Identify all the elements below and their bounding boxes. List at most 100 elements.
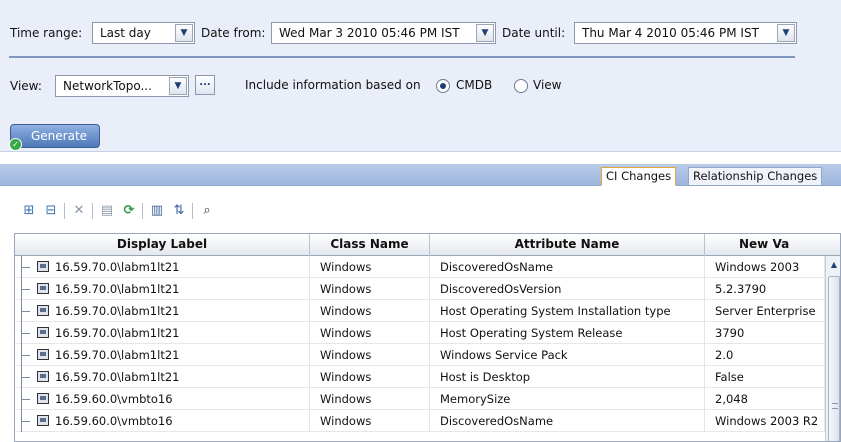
cell-class-name: Windows: [310, 344, 430, 366]
cell-attribute-name: DiscoveredOsName: [430, 410, 705, 432]
date-until-value: Thu Mar 4 2010 05:46 PM IST: [582, 26, 759, 40]
toolbar-separator: [64, 203, 65, 219]
cell-display-label: 16.59.60.0\vmbto16: [15, 388, 310, 410]
toolbar-separator: [192, 203, 193, 219]
view-radio[interactable]: [514, 79, 528, 93]
cell-class-name: Windows: [310, 256, 430, 278]
display-label-text: 16.59.60.0\vmbto16: [55, 414, 173, 428]
vertical-scrollbar[interactable]: ▲: [825, 256, 840, 441]
expand-all-icon[interactable]: ⊞: [20, 202, 38, 220]
column-header-display-label[interactable]: Display Label: [15, 234, 310, 256]
cell-class-name: Windows: [310, 300, 430, 322]
table-row[interactable]: 16.59.60.0\vmbto16 Windows MemorySize 2,048: [15, 388, 825, 410]
cell-display-label: 16.59.70.0\labm1lt21: [15, 278, 310, 300]
cell-new-value: Windows 2003 R2: [705, 410, 825, 432]
chevron-down-icon[interactable]: ▼: [175, 24, 193, 42]
cell-display-label: 16.59.70.0\labm1lt21: [15, 300, 310, 322]
cell-attribute-name: DiscoveredOsVersion: [430, 278, 705, 300]
table-header: Display Label Class Name Attribute Name …: [15, 234, 840, 256]
time-range-dropdown[interactable]: Last day ▼: [92, 22, 195, 44]
display-label-text: 16.59.70.0\labm1lt21: [55, 304, 180, 318]
cmdb-radio[interactable]: [436, 79, 450, 93]
cell-display-label: 16.59.70.0\labm1lt21: [15, 322, 310, 344]
cell-attribute-name: Host Operating System Release: [430, 322, 705, 344]
date-until-picker[interactable]: Thu Mar 4 2010 05:46 PM IST ▼: [574, 22, 797, 44]
view-dropdown[interactable]: NetworkTopo... ▼: [55, 75, 189, 97]
cell-attribute-name: DiscoveredOsName: [430, 256, 705, 278]
chevron-down-icon[interactable]: ▼: [476, 24, 494, 42]
view-value: NetworkTopo...: [63, 79, 152, 93]
computer-icon: [37, 305, 49, 316]
table-row[interactable]: 16.59.70.0\labm1lt21 Windows Windows Servi…: [15, 344, 825, 366]
tab-relationship-changes[interactable]: Relationship Changes: [688, 167, 823, 186]
cell-class-name: Windows: [310, 388, 430, 410]
display-label-text: 16.59.60.0\vmbto16: [55, 392, 173, 406]
view-label: View:: [10, 79, 42, 93]
time-range-label: Time range:: [10, 26, 83, 40]
cell-attribute-name: Host is Desktop: [430, 366, 705, 388]
computer-icon: [37, 349, 49, 360]
cell-new-value: Windows 2003: [705, 256, 825, 278]
toolbar-separator: [142, 203, 143, 219]
browse-view-button[interactable]: ...: [195, 75, 215, 95]
computer-icon: [37, 327, 49, 338]
find-icon[interactable]: ⌕: [198, 202, 216, 220]
cell-display-label: 16.59.70.0\labm1lt21: [15, 344, 310, 366]
computer-icon: [37, 261, 49, 272]
table-row[interactable]: 16.59.70.0\labm1lt21 Windows Host is Deskt…: [15, 366, 825, 388]
column-header-class-name[interactable]: Class Name: [310, 234, 430, 256]
date-from-picker[interactable]: Wed Mar 3 2010 05:46 PM IST ▼: [271, 22, 496, 44]
cell-new-value: Server Enterprise: [705, 300, 825, 322]
columns-icon[interactable]: ▥: [148, 202, 166, 220]
time-range-value: Last day: [100, 26, 151, 40]
column-header-new-value[interactable]: New Va: [705, 234, 840, 256]
chevron-down-icon[interactable]: ▼: [777, 24, 795, 42]
delete-icon[interactable]: ✕: [70, 202, 88, 220]
computer-icon: [37, 393, 49, 404]
chevron-down-icon[interactable]: ▼: [169, 77, 187, 95]
cell-class-name: Windows: [310, 366, 430, 388]
include-info-label: Include information based on: [245, 78, 421, 92]
results-tabstrip: CI Changes Relationship Changes: [0, 164, 841, 186]
cell-class-name: Windows: [310, 278, 430, 300]
computer-icon: [37, 371, 49, 382]
tree-line: [21, 300, 33, 322]
view-radio-label: View: [533, 78, 562, 92]
cell-new-value: 2,048: [705, 388, 825, 410]
cell-class-name: Windows: [310, 410, 430, 432]
scrollbar-thumb[interactable]: [828, 276, 840, 441]
cell-new-value: 2.0: [705, 344, 825, 366]
cmdb-radio-label: CMDB: [456, 78, 493, 92]
tree-line: [21, 388, 33, 410]
display-label-text: 16.59.70.0\labm1lt21: [55, 348, 180, 362]
properties-icon[interactable]: ▤: [98, 202, 116, 220]
display-label-text: 16.59.70.0\labm1lt21: [55, 282, 180, 296]
cell-new-value: 3790: [705, 322, 825, 344]
column-header-attribute-name[interactable]: Attribute Name: [430, 234, 705, 256]
table-row[interactable]: 16.59.60.0\vmbto16 Windows DiscoveredOsNam…: [15, 410, 825, 432]
table-row[interactable]: 16.59.70.0\labm1lt21 Windows Host Operatin…: [15, 322, 825, 344]
tab-ci-changes[interactable]: CI Changes: [601, 167, 677, 186]
generate-button[interactable]: Generate: [10, 124, 100, 148]
table-row[interactable]: 16.59.70.0\labm1lt21 Windows DiscoveredOsV…: [15, 278, 825, 300]
collapse-all-icon[interactable]: ⊟: [42, 202, 60, 220]
cell-attribute-name: MemorySize: [430, 388, 705, 410]
computer-icon: [37, 283, 49, 294]
refresh-icon[interactable]: ⟳: [120, 202, 138, 220]
table-row[interactable]: 16.59.70.0\labm1lt21 Windows DiscoveredOsN…: [15, 256, 825, 278]
grip-icon: [832, 403, 838, 409]
cell-display-label: 16.59.70.0\labm1lt21: [15, 256, 310, 278]
tree-line: [21, 410, 33, 432]
date-until-label: Date until:: [502, 26, 566, 40]
check-icon: ✓: [9, 138, 22, 151]
table-row[interactable]: 16.59.70.0\labm1lt21 Windows Host Operatin…: [15, 300, 825, 322]
cell-class-name: Windows: [310, 322, 430, 344]
display-label-text: 16.59.70.0\labm1lt21: [55, 370, 180, 384]
scroll-up-icon[interactable]: ▲: [827, 258, 840, 272]
tree-line: [21, 366, 33, 388]
sort-icon[interactable]: ⇅: [170, 202, 188, 220]
cell-display-label: 16.59.70.0\labm1lt21: [15, 366, 310, 388]
ci-changes-table: Display Label Class Name Attribute Name …: [14, 233, 841, 442]
display-label-text: 16.59.70.0\labm1lt21: [55, 260, 180, 274]
computer-icon: [37, 415, 49, 426]
